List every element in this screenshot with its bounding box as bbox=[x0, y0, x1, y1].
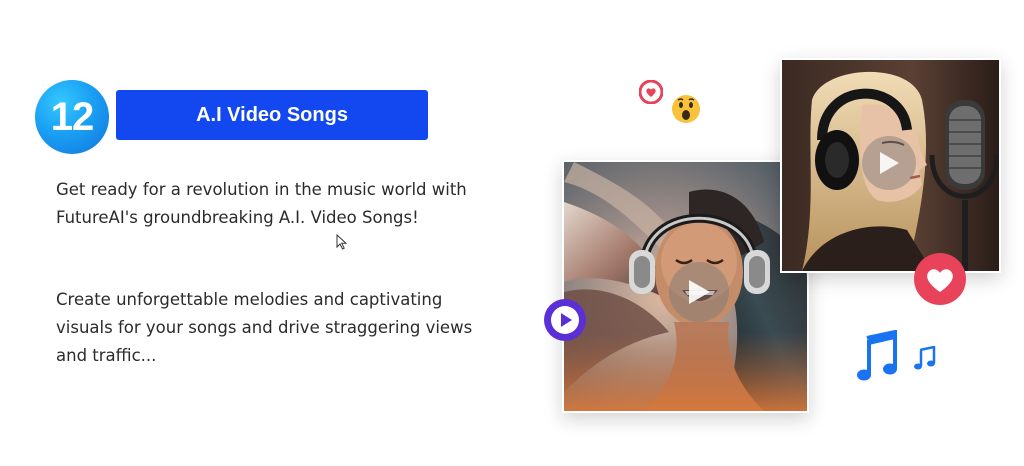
music-note-icon bbox=[857, 330, 897, 381]
wow-emoji-icon bbox=[672, 95, 700, 123]
music-note-icon bbox=[914, 346, 936, 370]
feature-number: 12 bbox=[50, 94, 94, 139]
play-icon bbox=[689, 280, 710, 304]
video-play-overlay[interactable] bbox=[669, 262, 729, 322]
feature-section: 12 A.I Video Songs Get ready for a revol… bbox=[0, 0, 1024, 466]
feature-description-intro: Get ready for a revolution in the music … bbox=[56, 180, 467, 227]
studio-singer-video-thumbnail[interactable] bbox=[780, 58, 1001, 273]
feature-title: A.I Video Songs bbox=[196, 103, 348, 126]
heart-reaction-icon bbox=[639, 80, 663, 104]
heart-reaction-icon bbox=[914, 253, 966, 305]
singer-headphones-video-thumbnail[interactable] bbox=[562, 160, 809, 413]
feature-number-badge: 12 bbox=[35, 80, 109, 154]
mouse-cursor-icon bbox=[336, 234, 348, 250]
play-icon[interactable] bbox=[543, 298, 587, 342]
feature-description-detail: Create unforgettable melodies and captiv… bbox=[56, 290, 473, 365]
video-play-overlay[interactable] bbox=[862, 136, 916, 190]
feature-title-banner: A.I Video Songs bbox=[116, 90, 428, 140]
play-icon bbox=[880, 152, 899, 174]
